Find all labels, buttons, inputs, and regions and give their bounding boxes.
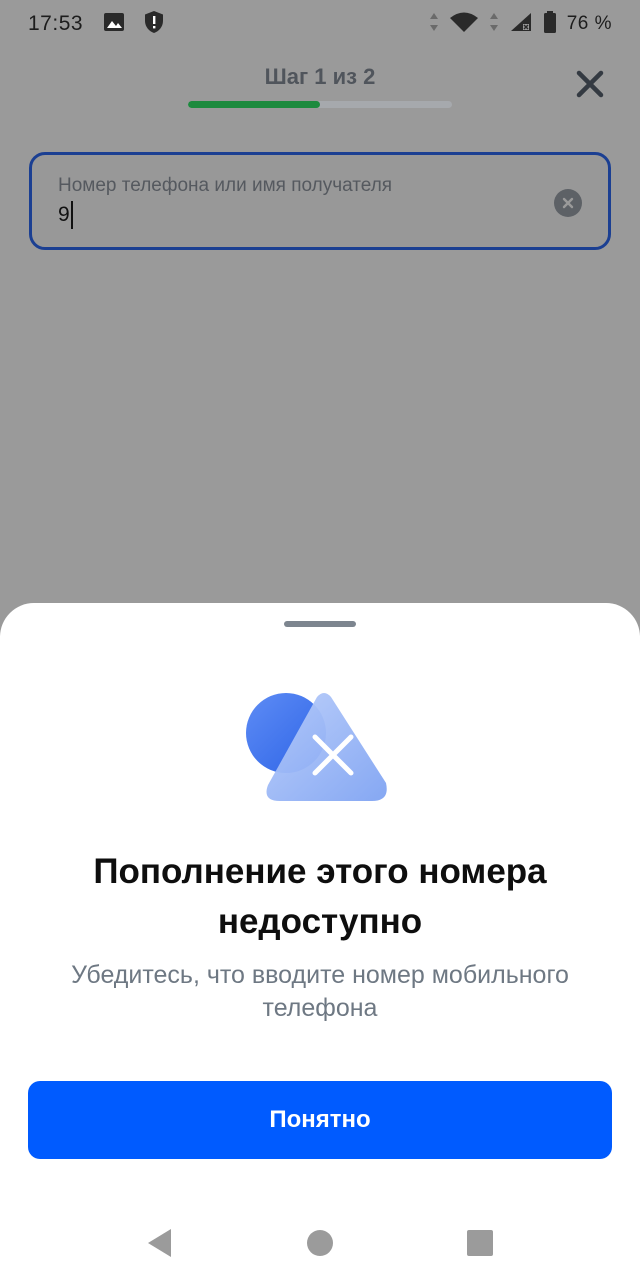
close-icon [576,70,604,98]
step-indicator: Шаг 1 из 2 [264,64,376,89]
system-nav-bar [0,1206,640,1280]
sheet-title: Пополнение этого номера недоступно [93,852,547,941]
text-caret [70,201,73,229]
status-system-icons: 76 % [429,10,612,39]
sheet-subtitle: Убедитесь, что вводите номер мобильного … [71,961,569,1022]
shield-alert-icon [143,10,165,39]
battery-percent: 76 % [566,13,612,34]
battery-icon [543,10,557,39]
step-progress-fill [188,101,320,108]
back-icon [148,1229,171,1257]
wifi-icon [449,11,479,38]
error-illustration-icon [246,693,387,801]
nav-back-button[interactable] [140,1223,180,1263]
step-progress-bar [188,101,452,108]
understood-button[interactable]: Понятно [28,1081,612,1159]
signal-icon [509,11,533,38]
recipient-field[interactable]: Номер телефона или имя получателя 9 [29,152,611,250]
clear-input-button[interactable] [554,189,582,217]
status-time: 17:53 [28,12,84,35]
image-icon [103,11,125,38]
bottom-sheet: Пополнение этого номера недоступно Убеди… [0,603,640,1280]
recipient-field-label: Номер телефона или имя получателя [58,175,393,196]
nav-home-button[interactable] [300,1223,340,1263]
recipient-input[interactable]: 9 [58,201,73,229]
data-arrows-icon [429,11,439,38]
recipient-input-value: 9 [58,203,70,226]
status-notification-icons [103,10,165,39]
clear-icon [562,197,574,209]
recents-icon [467,1230,493,1256]
close-button[interactable] [570,64,610,104]
data-arrows-icon [489,11,499,38]
nav-recents-button[interactable] [460,1223,500,1263]
home-icon [307,1230,333,1256]
sheet-drag-handle[interactable] [284,621,356,627]
status-bar: 17:53 76 % [0,0,640,48]
